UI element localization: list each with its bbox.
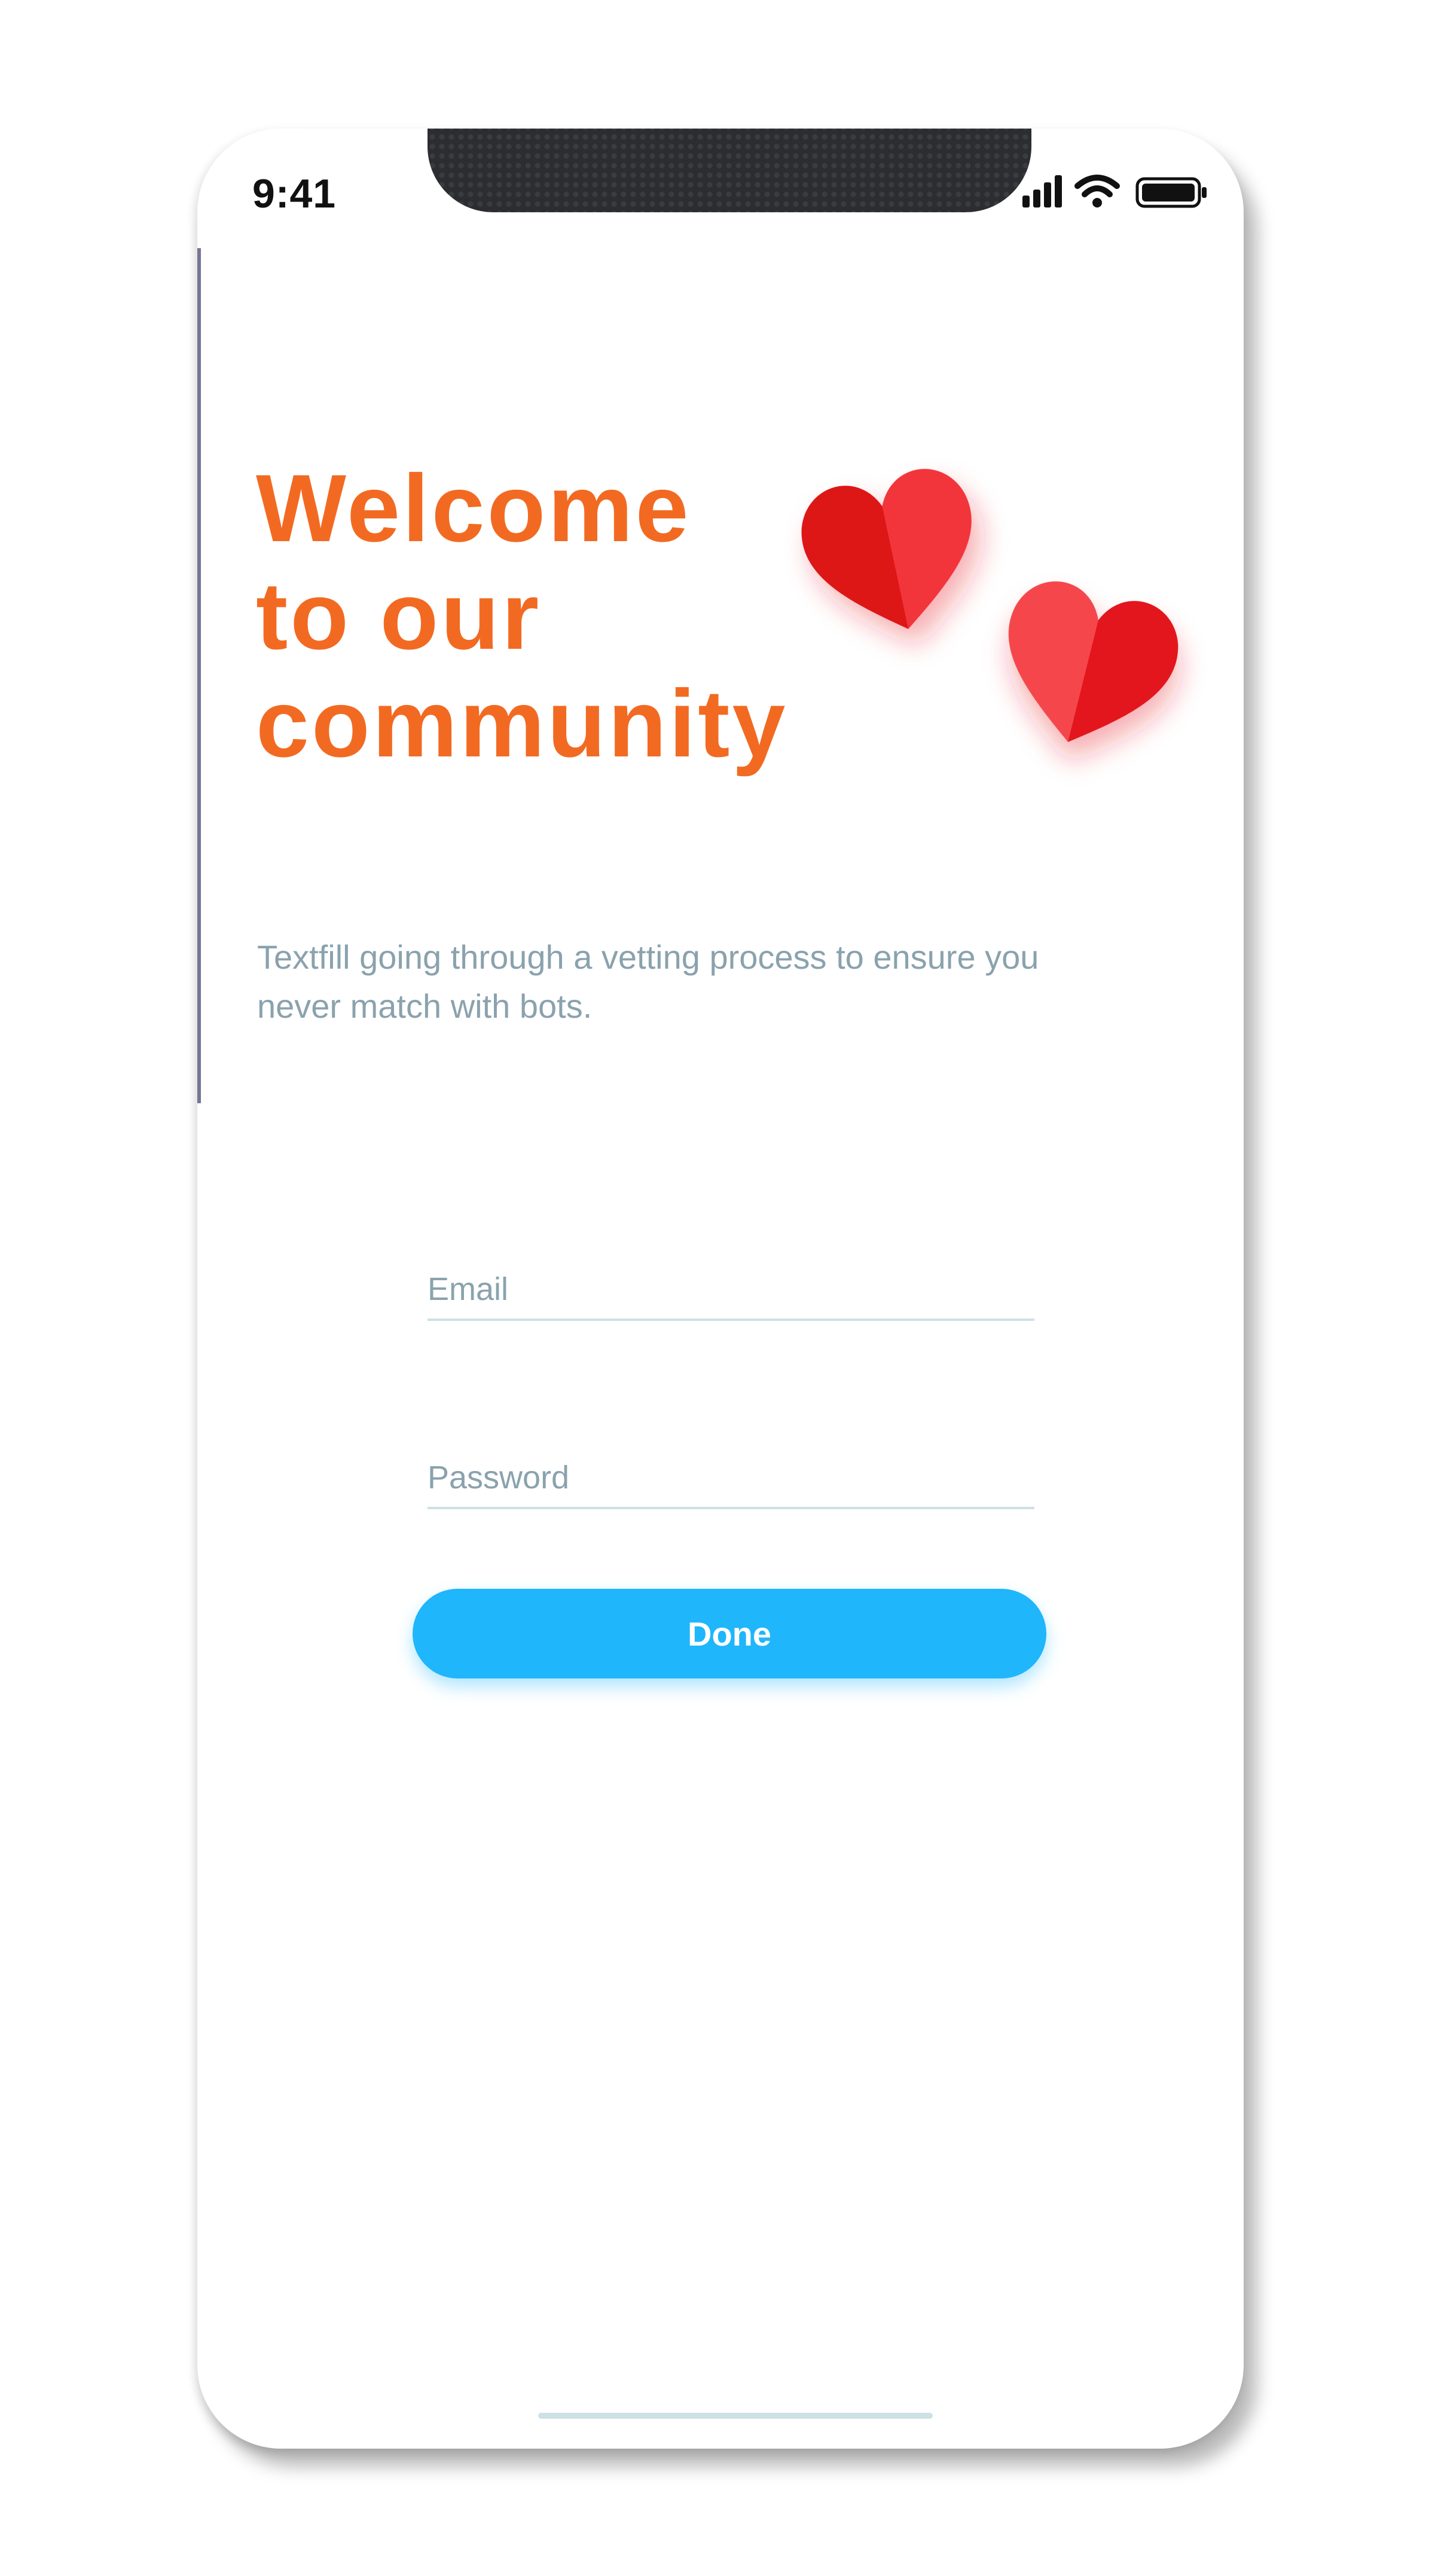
welcome-subtitle: Textfill going through a vetting process… (257, 933, 1094, 1031)
headline-line-3: community (256, 670, 788, 777)
email-field (428, 1259, 1034, 1321)
signal-icon (1022, 175, 1062, 207)
battery-icon (1135, 177, 1207, 208)
heart-large (801, 469, 972, 629)
heart-small (1008, 581, 1178, 742)
email-input[interactable] (428, 1271, 1034, 1308)
status-icons (1022, 175, 1207, 208)
done-button[interactable]: Done (413, 1589, 1046, 1678)
page-canvas: 9:41 Welcome to our community Textfill g… (0, 0, 1435, 2576)
password-input[interactable] (428, 1459, 1034, 1496)
subtitle-line-1: Textfill going through a vetting process… (257, 938, 1039, 976)
headline-line-1: Welcome (256, 454, 691, 561)
password-field (428, 1447, 1034, 1509)
side-edge-accent (197, 248, 201, 1103)
status-time: 9:41 (252, 171, 337, 216)
welcome-headline: Welcome to our community (256, 454, 854, 777)
hearts-icon (801, 469, 1178, 742)
home-indicator[interactable] (538, 2413, 933, 2419)
headline-line-2: to our (256, 562, 542, 669)
camera-notch (428, 129, 1031, 212)
phone-frame: 9:41 Welcome to our community Textfill g… (197, 129, 1244, 2449)
wifi-icon (1074, 175, 1120, 207)
subtitle-line-2: never match with bots. (257, 987, 593, 1025)
